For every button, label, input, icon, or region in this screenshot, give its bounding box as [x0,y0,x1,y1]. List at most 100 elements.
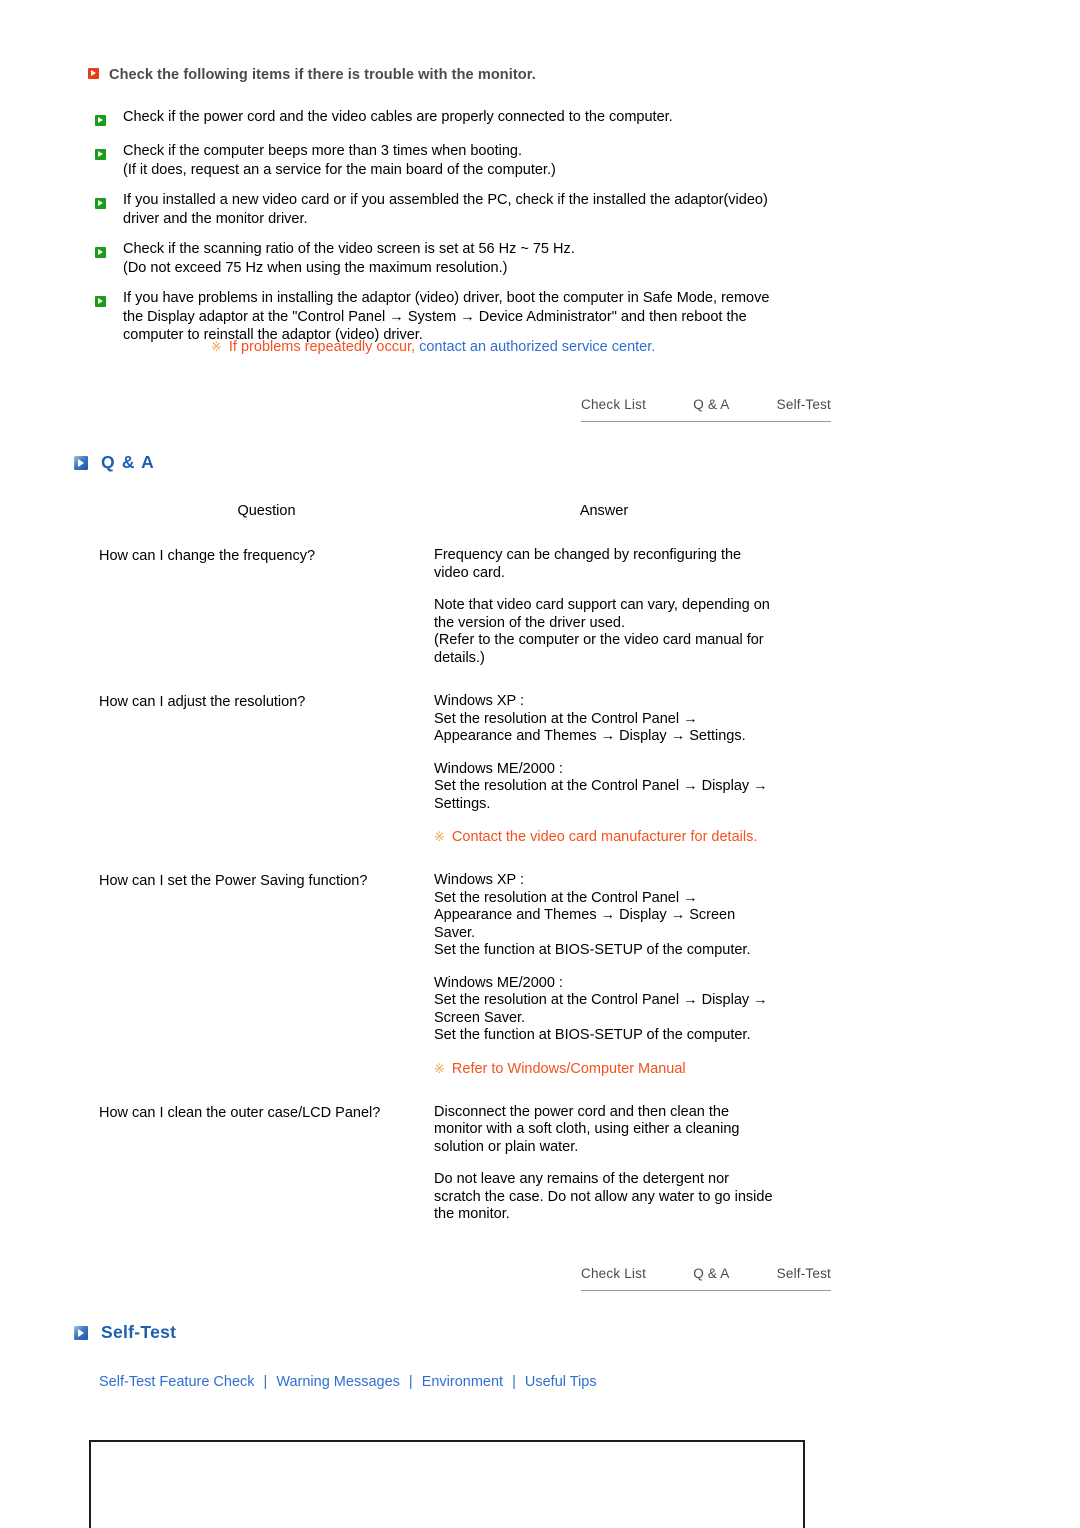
blue-arrow-icon [74,455,88,470]
answer-block: Note that video card support can vary, d… [434,597,839,667]
answer-line: the monitor. [434,1206,510,1222]
link-self-test-feature-check[interactable]: Self-Test Feature Check [99,1374,255,1390]
notice-text: Refer to Windows/Computer Manual [451,1060,686,1077]
answer-line: Set the function at BIOS-SETUP of the co… [434,942,751,958]
tab-self-test[interactable]: Self-Test [777,1266,831,1281]
answer-line: Note that video card support can vary, d… [434,597,770,613]
bullet-marker [95,142,123,164]
answer-line: Do not leave any remains of the detergen… [434,1171,730,1187]
tab-qa[interactable]: Q & A [693,1266,729,1281]
bullet-marker [95,191,123,213]
tab-qa[interactable]: Q & A [693,397,729,412]
qa-table-header: Question Answer [99,503,839,519]
notice-star-icon: ※ [434,1060,445,1076]
tab-self-test[interactable]: Self-Test [777,397,831,412]
document-page: Check the following items if there is tr… [0,0,1080,1528]
checklist-header: Check the following items if there is tr… [88,67,536,84]
link-warning-messages[interactable]: Warning Messages [276,1374,400,1390]
qa-question: How can I set the Power Saving function? [99,873,368,889]
bullet-marker [95,108,123,130]
tab-check-list[interactable]: Check List [581,397,646,412]
list-item: Check if the computer beeps more than 3 … [95,142,855,179]
answer-line: Disconnect the power cord and then clean… [434,1103,730,1120]
list-item-line: (Do not exceed 75 Hz when using the maxi… [123,259,508,276]
link-useful-tips[interactable]: Useful Tips [525,1374,597,1390]
self-test-subnav: Self-Test Feature Check | Warning Messag… [99,1374,597,1390]
section-heading-qa: Q & A [74,452,155,473]
list-item-line: (If it does, request an a service for th… [123,161,556,178]
answer-line: Windows ME/2000 : [434,974,563,991]
answer-line: Frequency can be changed by reconfigurin… [434,547,742,563]
list-item-line: driver and the monitor driver. [123,210,308,227]
notice-text: If problems repeatedly occur, contact an… [229,338,655,356]
qa-answer: Windows XP : Set the resolution at the C… [434,693,839,846]
bullet-marker [95,289,123,311]
page-title-self-test: Self-Test [101,1322,177,1342]
answer-line: Windows ME/2000 : [434,760,563,777]
green-arrow-icon [95,198,106,210]
list-item-line: If you have problems in installing the a… [123,290,770,306]
answer-block: Do not leave any remains of the detergen… [434,1171,839,1224]
answer-block: Windows ME/2000 : Set the resolution at … [434,761,839,814]
answer-line: solution or plain water. [434,1138,579,1155]
list-item-text: If you have problems in installing the a… [123,289,855,345]
qa-answer: Disconnect the power cord and then clean… [434,1104,839,1224]
list-item-line: Check if the computer beeps more than 3 … [123,143,522,159]
answer-line: details.) [434,649,485,666]
list-item-text: Check if the power cord and the video ca… [123,108,855,127]
answer-line: Appearance and Themes → Display → Screen [434,907,736,923]
list-item: Check if the scanning ratio of the video… [95,240,855,277]
checklist-header-text: Check the following items if there is tr… [109,67,536,83]
bullet-marker [95,240,123,262]
answer-line: Screen Saver. [434,1009,526,1026]
checklist-notice: ※ If problems repeatedly occur, contact … [211,338,655,356]
subnav-separator: | [263,1374,268,1390]
tab-strip-top: Check List Q & A Self-Test [581,397,831,422]
answer-line: Set the function at BIOS-SETUP of the co… [434,1027,751,1043]
qa-table: Question Answer How can I change the fre… [99,503,839,1250]
tab-strip-bottom: Check List Q & A Self-Test [581,1266,831,1291]
answer-line: monitor with a soft cloth, using either … [434,1121,740,1137]
list-item: Check if the power cord and the video ca… [95,108,855,130]
qa-notice: ※ Refer to Windows/Computer Manual [434,1060,839,1078]
notice-star-icon: ※ [211,339,222,354]
blue-arrow-icon [74,1325,88,1340]
answer-line: Set the resolution at the Control Panel … [434,778,768,794]
subnav-separator: | [408,1374,413,1390]
answer-line: Windows XP : [434,872,524,888]
qa-question: How can I adjust the resolution? [99,694,306,710]
list-item-line: Check if the power cord and the video ca… [123,109,673,125]
qa-notice: ※ Contact the video card manufacturer fo… [434,828,839,846]
answer-line: Saver. [434,924,476,941]
qa-answer: Windows XP : Set the resolution at the C… [434,872,839,1078]
table-row: How can I adjust the resolution? Windows… [99,693,839,846]
list-item-text: Check if the computer beeps more than 3 … [123,142,855,179]
orange-arrow-icon [88,68,99,79]
answer-block: Windows XP : Set the resolution at the C… [434,872,839,960]
answer-block: Frequency can be changed by reconfigurin… [434,547,839,582]
list-item: If you installed a new video card or if … [95,191,855,228]
checklist-items: Check if the power cord and the video ca… [95,108,855,357]
answer-line: (Refer to the computer or the video card… [434,632,764,648]
list-item-text: If you installed a new video card or if … [123,191,855,228]
list-item-line: If you installed a new video card or if … [123,192,768,208]
page-title-qa: Q & A [101,452,155,472]
answer-line: Set the resolution at the Control Panel … [434,992,768,1008]
subnav-separator: | [512,1374,516,1390]
link-environment[interactable]: Environment [422,1374,503,1390]
table-row: How can I clean the outer case/LCD Panel… [99,1104,839,1224]
answer-line: Set the resolution at the Control Panel … [434,710,698,727]
content-frame-outline [89,1440,805,1528]
answer-block: Disconnect the power cord and then clean… [434,1104,839,1157]
green-arrow-icon [95,115,106,127]
answer-line: video card. [434,564,505,581]
section-heading-self-test: Self-Test [74,1322,176,1343]
qa-question: How can I clean the outer case/LCD Panel… [99,1104,381,1121]
answer-line: Settings. [434,795,491,812]
tab-check-list[interactable]: Check List [581,1266,646,1281]
list-item-line: Check if the scanning ratio of the video… [123,241,575,257]
service-center-link[interactable]: contact an authorized service center. [415,339,655,355]
table-row: How can I change the frequency? Frequenc… [99,547,839,667]
green-arrow-icon [95,149,106,161]
answer-line: Windows XP : [434,693,524,709]
